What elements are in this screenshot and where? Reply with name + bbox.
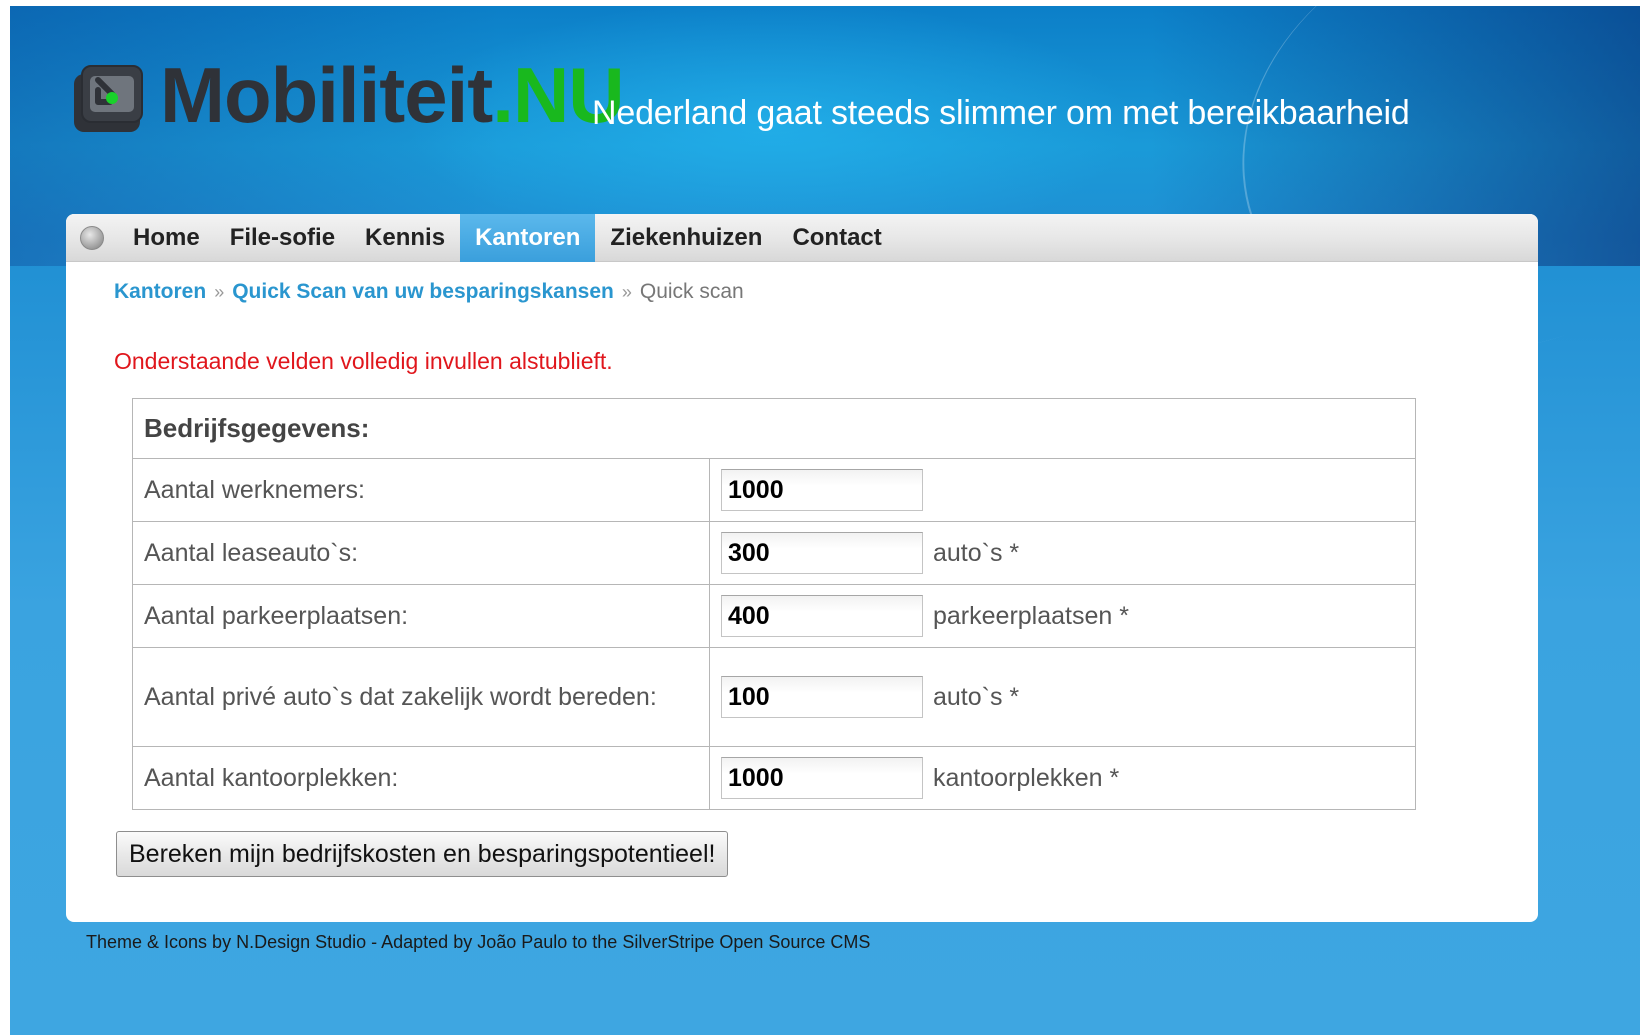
breadcrumb-link-kantoren[interactable]: Kantoren bbox=[114, 280, 206, 304]
calculate-button[interactable]: Bereken mijn bedrijfskosten en besparing… bbox=[116, 831, 729, 877]
private-cars-input[interactable] bbox=[721, 676, 923, 718]
nav-item-kennis[interactable]: Kennis bbox=[350, 214, 460, 262]
field-label-parking-spaces: Aantal parkeerplaatsen: bbox=[132, 584, 710, 648]
private-cars-unit: auto`s * bbox=[933, 682, 1020, 711]
lease-cars-unit: auto`s * bbox=[933, 538, 1020, 567]
breadcrumb: Kantoren » Quick Scan van uw besparingsk… bbox=[114, 280, 744, 304]
field-label-lease-cars: Aantal leaseauto`s: bbox=[132, 521, 710, 585]
employees-input[interactable] bbox=[721, 469, 923, 511]
nav-item-contact[interactable]: Contact bbox=[777, 214, 896, 262]
parking-spaces-unit: parkeerplaatsen * bbox=[933, 601, 1129, 630]
form-row-lease-cars: Aantal leaseauto`s: auto`s * bbox=[132, 521, 1416, 585]
form-row-private-cars: Aantal privé auto`s dat zakelijk wordt b… bbox=[132, 647, 1416, 747]
breadcrumb-separator: » bbox=[621, 281, 632, 302]
workplaces-unit: kantoorplekken * bbox=[933, 763, 1120, 792]
footer-credits: Theme & Icons by N.Design Studio - Adapt… bbox=[86, 932, 871, 952]
page-background: Mobiliteit.NU Nederland gaat steeds slim… bbox=[10, 6, 1640, 1035]
logo-wordmark: Mobiliteit.NU bbox=[160, 51, 625, 139]
nav-item-file-sofie[interactable]: File-sofie bbox=[215, 214, 350, 262]
form-row-workplaces: Aantal kantoorplekken: kantoorplekken * bbox=[132, 746, 1416, 810]
main-navigation: Home File-sofie Kennis Kantoren Ziekenhu… bbox=[66, 213, 1538, 262]
workplaces-input[interactable] bbox=[721, 757, 923, 799]
mobility-logo-icon bbox=[68, 58, 148, 136]
nav-bullet-icon bbox=[80, 225, 104, 250]
validation-notice: Onderstaande velden volledig invullen al… bbox=[114, 348, 613, 374]
parking-spaces-input[interactable] bbox=[721, 595, 923, 637]
form-row-employees: Aantal werknemers: bbox=[132, 458, 1416, 522]
breadcrumb-current: Quick scan bbox=[639, 280, 744, 303]
breadcrumb-link-quick-scan-overview[interactable]: Quick Scan van uw besparingskansen bbox=[232, 280, 614, 304]
nav-item-ziekenhuizen[interactable]: Ziekenhuizen bbox=[595, 214, 777, 262]
form-section-title: Bedrijfsgegevens: bbox=[132, 398, 1416, 459]
company-data-form: Bedrijfsgegevens: Aantal werknemers: Aan… bbox=[132, 398, 1416, 810]
site-logo[interactable]: Mobiliteit.NU bbox=[68, 51, 625, 139]
field-label-employees: Aantal werknemers: bbox=[132, 458, 710, 522]
lease-cars-input[interactable] bbox=[721, 532, 923, 574]
breadcrumb-separator: » bbox=[214, 281, 225, 302]
field-label-private-cars: Aantal privé auto`s dat zakelijk wordt b… bbox=[132, 647, 710, 747]
logo-dot: . bbox=[492, 51, 514, 139]
field-label-workplaces: Aantal kantoorplekken: bbox=[132, 746, 710, 810]
content-panel: Home File-sofie Kennis Kantoren Ziekenhu… bbox=[66, 213, 1538, 922]
nav-item-kantoren[interactable]: Kantoren bbox=[460, 213, 596, 262]
site-tagline: Nederland gaat steeds slimmer om met ber… bbox=[592, 94, 1410, 132]
logo-word: Mobiliteit bbox=[160, 51, 493, 139]
nav-item-home[interactable]: Home bbox=[118, 214, 215, 262]
form-row-parking-spaces: Aantal parkeerplaatsen: parkeerplaatsen … bbox=[132, 584, 1416, 648]
